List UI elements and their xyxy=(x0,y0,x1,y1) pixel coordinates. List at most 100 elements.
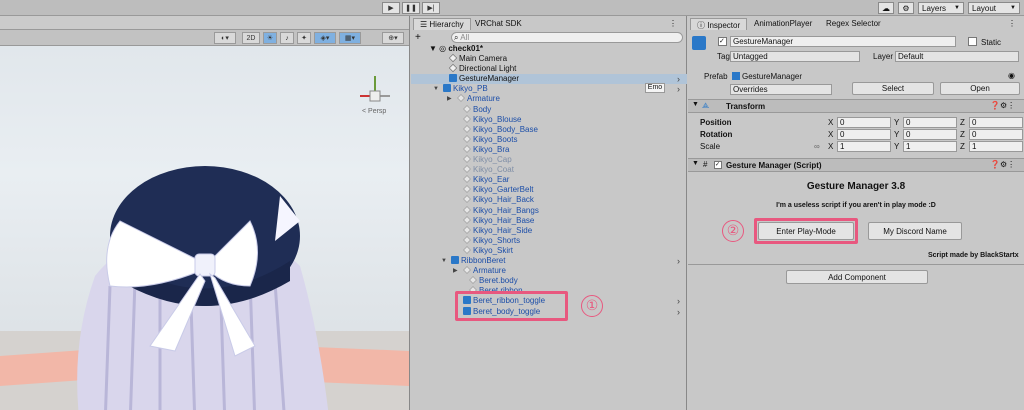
annotation-1: ① xyxy=(581,295,603,317)
scale-z-field[interactable]: 1 xyxy=(969,141,1023,152)
menu-icon[interactable]: ⋮ xyxy=(1008,19,1016,28)
hierarchy-row[interactable]: Kikyo_GarterBelt xyxy=(411,185,687,195)
hierarchy-row[interactable]: Kikyo_Hair_Back xyxy=(411,195,687,205)
hierarchy-row[interactable]: Kikyo_Hair_Base xyxy=(411,216,687,226)
add-component-button[interactable]: Add Component xyxy=(786,270,928,284)
hierarchy-row[interactable]: ▼ RibbonBeret › xyxy=(411,256,687,266)
2d-toggle[interactable]: 2D xyxy=(242,32,260,44)
chevron-right-icon[interactable]: › xyxy=(677,84,680,94)
hierarchy-item-label: Kikyo_Hair_Back xyxy=(473,195,534,205)
tab-hierarchy[interactable]: ☰ Hierarchy xyxy=(413,18,471,30)
hierarchy-row[interactable]: ▶ Armature xyxy=(411,266,687,276)
layout-label: Layout xyxy=(972,3,997,13)
hierarchy-row[interactable]: Kikyo_Body_Base xyxy=(411,125,687,135)
hierarchy-row[interactable]: ▶ Armature xyxy=(411,94,687,104)
layout-dropdown[interactable]: Layout ▼ xyxy=(968,2,1020,14)
layers-dropdown[interactable]: Layers ▼ xyxy=(918,2,964,14)
chevron-right-icon[interactable]: › xyxy=(677,296,680,306)
rotation-z-field[interactable]: 0 xyxy=(969,129,1023,140)
prefab-icon xyxy=(463,225,471,234)
grid-icon[interactable]: ▦▾ xyxy=(339,32,361,44)
account-icon[interactable]: ⚙ xyxy=(898,2,914,14)
hierarchy-item-label: GestureManager xyxy=(459,74,520,84)
static-checkbox[interactable] xyxy=(968,37,977,46)
hierarchy-row[interactable]: Kikyo_Bra xyxy=(411,145,687,155)
prefab-icon xyxy=(463,155,471,163)
active-checkbox[interactable]: ✓ xyxy=(718,37,727,46)
audio-icon[interactable]: ♪ xyxy=(280,32,294,44)
script-header[interactable]: ▼ # ✓ Gesture Manager (Script) ❓⚙⋮ xyxy=(688,158,1024,172)
tag-dropdown[interactable]: Untagged xyxy=(730,51,860,62)
prefab-icon xyxy=(457,94,465,103)
collab-cloud-icon[interactable]: ☁ xyxy=(878,2,894,14)
object-name-field[interactable]: GestureManager xyxy=(730,36,956,47)
step-button[interactable]: ▶| xyxy=(422,2,440,14)
hierarchy-row[interactable]: Directional Light xyxy=(411,63,687,74)
hierarchy-row[interactable]: Kikyo_Hair_Bangs xyxy=(411,206,687,216)
hierarchy-item-label: Kikyo_Body_Base xyxy=(473,124,538,134)
scale-x-field[interactable]: 1 xyxy=(837,141,891,152)
foldout-collapsed-icon[interactable]: ▶ xyxy=(447,94,452,104)
hierarchy-row[interactable]: Beret.body xyxy=(411,276,687,286)
hierarchy-row[interactable]: Body xyxy=(411,105,687,115)
position-label: Position xyxy=(700,118,732,127)
open-button[interactable]: Open xyxy=(940,82,1020,95)
hierarchy-row[interactable]: Kikyo_Cap xyxy=(411,155,687,165)
target-icon[interactable]: ◉ xyxy=(1008,71,1015,80)
script-enabled-checkbox[interactable]: ✓ xyxy=(714,161,722,169)
position-x-field[interactable]: 0 xyxy=(837,117,891,128)
tab-animation-player[interactable]: AnimationPlayer xyxy=(748,18,818,30)
hierarchy-row[interactable]: Kikyo_Blouse xyxy=(411,115,687,125)
tab-vrchat-sdk[interactable]: VRChat SDK xyxy=(469,18,528,30)
help-icon[interactable]: ❓⚙⋮ xyxy=(990,101,1015,110)
tab-regex-selector[interactable]: Regex Selector xyxy=(820,18,887,30)
transform-header[interactable]: ▼ ⟁ Transform ❓⚙⋮ xyxy=(688,99,1024,113)
hierarchy-row[interactable]: Kikyo_Boots xyxy=(411,135,687,145)
lock-icon[interactable]: ⋮ xyxy=(669,19,677,28)
position-z-field[interactable]: 0 xyxy=(969,117,1023,128)
effects-icon[interactable]: ✦ xyxy=(297,32,311,44)
made-by-label: Script made by BlackStartx xyxy=(928,252,1019,259)
prefab-icon xyxy=(463,235,471,244)
prefab-name[interactable]: GestureManager xyxy=(742,72,802,81)
hierarchy-row[interactable]: Kikyo_Ear xyxy=(411,175,687,185)
hierarchy-search-input[interactable]: ⌕ All xyxy=(451,32,683,43)
constrain-proportions-icon[interactable]: ∞ xyxy=(814,142,820,151)
lighting-icon[interactable]: ☀ xyxy=(263,32,277,44)
hierarchy-row[interactable]: Kikyo_Coat xyxy=(411,165,687,175)
foldout-collapsed-icon[interactable]: ▶ xyxy=(453,266,458,276)
select-button[interactable]: Select xyxy=(852,82,934,95)
foldout-expanded-icon[interactable]: ▼ xyxy=(441,256,447,266)
chevron-right-icon[interactable]: › xyxy=(677,256,680,266)
hidden-objects-icon[interactable]: ◈▾ xyxy=(314,32,336,44)
play-button[interactable]: ▶ xyxy=(382,2,400,14)
axis-x-label: X xyxy=(828,130,834,139)
hierarchy-row[interactable]: Kikyo_Hair_Side xyxy=(411,226,687,236)
layer-dropdown[interactable]: Default xyxy=(895,51,1019,62)
help-icon[interactable]: ❓⚙⋮ xyxy=(990,160,1015,169)
overrides-dropdown[interactable]: Overrides xyxy=(730,84,832,95)
chevron-down-icon: ▼ xyxy=(1010,5,1016,11)
chevron-right-icon[interactable]: › xyxy=(677,74,680,84)
scale-y-field[interactable]: 1 xyxy=(903,141,957,152)
scene-view[interactable]: ◐▾ 2D ☀ ♪ ✦ ◈▾ ▦▾ ⊕▾ < Persp xyxy=(0,16,410,410)
discord-name-button[interactable]: My Discord Name xyxy=(868,222,962,240)
hierarchy-item-label: Armature xyxy=(467,94,500,104)
pause-button[interactable]: ❚❚ xyxy=(402,2,420,14)
hierarchy-row[interactable]: Kikyo_Skirt xyxy=(411,246,687,256)
gizmos-dropdown[interactable]: ⊕▾ xyxy=(382,32,404,44)
hierarchy-item-label: Beret.body xyxy=(479,276,518,286)
tab-inspector[interactable]: ⓘ Inspector xyxy=(690,18,748,30)
rotation-x-field[interactable]: 0 xyxy=(837,129,891,140)
chevron-right-icon[interactable]: › xyxy=(677,307,680,317)
add-button[interactable]: + xyxy=(415,32,421,43)
axis-x-label: X xyxy=(828,118,834,127)
hierarchy-row[interactable]: Kikyo_Shorts xyxy=(411,236,687,246)
prefab-icon xyxy=(463,245,471,254)
render-mode-dropdown[interactable]: ◐▾ xyxy=(214,32,236,44)
perspective-label[interactable]: < Persp xyxy=(362,108,386,115)
hierarchy-item-label: Body xyxy=(473,104,492,114)
foldout-expanded-icon[interactable]: ▼ xyxy=(433,84,439,94)
rotation-y-field[interactable]: 0 xyxy=(903,129,957,140)
position-y-field[interactable]: 0 xyxy=(903,117,957,128)
